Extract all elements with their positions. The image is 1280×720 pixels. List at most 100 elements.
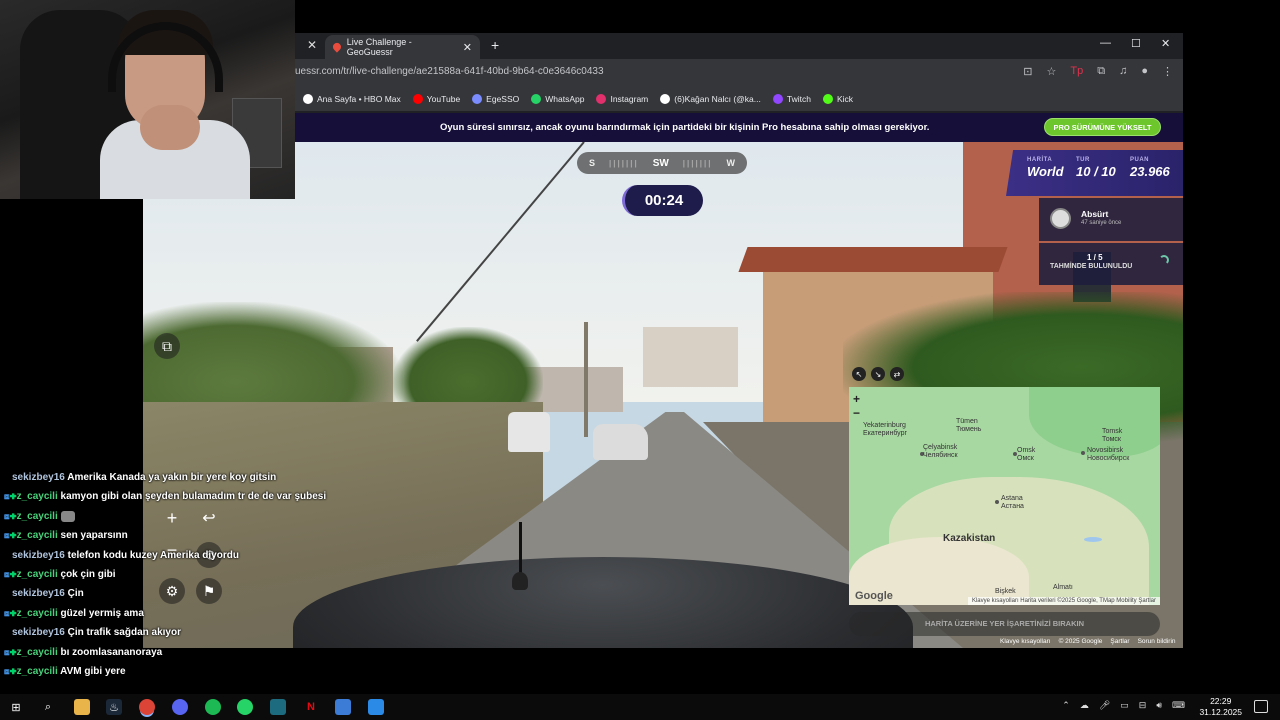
guess-count-card: 1 / 5 TAHMİNDE BULUNULDU <box>1039 243 1183 285</box>
chat-username[interactable]: sekizbey16 <box>12 550 65 561</box>
guess-map[interactable]: + − Yekaterinburg Екатеринбург Tümen Тюм… <box>849 387 1160 605</box>
checkpoint-flag-icon[interactable]: ⚑ <box>196 578 222 604</box>
usb-icon[interactable]: ▭ <box>1120 700 1129 711</box>
streamer-hand <box>140 105 200 150</box>
system-tray: ⌃ ☁ 🎤︎ ▭ ⊟ 🔊︎ ⌨ <box>1062 700 1185 711</box>
notification-icon[interactable] <box>1254 700 1268 713</box>
compass-ticks: ||||||| <box>609 158 639 168</box>
map-shrink-icon[interactable]: ↘ <box>871 367 885 381</box>
settings-gear-icon[interactable]: ⚙ <box>159 578 185 604</box>
avatar <box>1050 208 1071 229</box>
map-zoom-out-icon[interactable]: − <box>853 406 867 420</box>
close-window-icon[interactable]: ✕ <box>1161 37 1170 50</box>
netflix-icon[interactable]: N <box>303 699 319 715</box>
map-label-celyabinsk: Çelyabinsk Челябинск <box>923 444 958 460</box>
map-attribution[interactable]: Klavye kısayolları Harita verileri ©2025… <box>967 597 1160 605</box>
footer-terms[interactable]: Şartlar <box>1110 638 1129 645</box>
footer-keyboard-shortcuts[interactable]: Klavye kısayolları <box>1000 638 1051 645</box>
chat-username[interactable]: z_caycili <box>17 666 58 677</box>
round-stat: TUR 10 / 10 <box>1076 157 1116 179</box>
chat-username[interactable]: z_caycili <box>17 491 58 502</box>
chat-username[interactable]: z_caycili <box>17 608 58 619</box>
chat-username[interactable]: sekizbey16 <box>12 472 65 483</box>
player-name: Absürt <box>1081 209 1109 219</box>
chat-badge-icon: ⧈✚ <box>4 666 17 676</box>
search-icon[interactable]: ⌕ <box>40 699 56 715</box>
onedrive-icon[interactable]: ☁ <box>1080 700 1089 711</box>
network-icon[interactable]: ⊟ <box>1139 700 1147 711</box>
tab-strip: ✕ Live Challenge - GeoGuessr ✕ + — ☐ ✕ <box>295 33 1183 59</box>
steam-icon[interactable]: ♨ <box>106 699 122 715</box>
chat-username[interactable]: z_caycili <box>17 530 58 541</box>
bookmark-item[interactable]: Ana Sayfa • HBO Max <box>303 94 401 104</box>
undo-icon[interactable]: ↩ <box>196 505 222 531</box>
chat-username[interactable]: sekizbey16 <box>12 627 65 638</box>
bookmark-favicon-icon <box>822 94 833 104</box>
system-clock[interactable]: 22:29 31.12.2025 <box>1199 696 1242 718</box>
media-control-icon[interactable]: ♫ <box>1119 65 1127 78</box>
map-label-astana: Astana Астана <box>1001 495 1024 511</box>
chat-username[interactable]: sekizbey16 <box>12 588 65 599</box>
chat-message: ⧈✚z_caycili <box>4 510 75 522</box>
tab-geoguessr[interactable]: Live Challenge - GeoGuessr ✕ <box>325 35 480 59</box>
tab-close-icon[interactable]: ✕ <box>463 41 472 54</box>
map-expand-icon[interactable]: ↖ <box>852 367 866 381</box>
menu-kebab-icon[interactable]: ⋮ <box>1162 65 1173 78</box>
url-text[interactable]: uessr.com/tr/live-challenge/ae21588a-641… <box>295 66 604 77</box>
compass-left: S <box>589 158 596 168</box>
utility-pole <box>584 322 588 437</box>
tray-chevron-icon[interactable]: ⌃ <box>1062 700 1070 711</box>
upgrade-pro-button[interactable]: PRO SÜRÜMÜNE YÜKSELT <box>1044 118 1161 136</box>
taskbar: ⊞ ⌕ ♨ N ⌃ ☁ 🎤︎ ▭ ⊟ 🔊︎ ⌨ 22:29 31.12.2025 <box>0 694 1280 720</box>
discord-icon[interactable] <box>172 699 188 715</box>
maximize-icon[interactable]: ☐ <box>1131 37 1141 50</box>
spotify-icon[interactable] <box>205 699 221 715</box>
chat-message: ⧈✚z_caycili sen yaparsınn <box>4 530 128 541</box>
address-bar-actions: ⊡ ☆ Tp ⧉ ♫ ● ⋮ <box>1023 65 1173 78</box>
prev-tab-close-icon[interactable]: ✕ <box>307 38 317 52</box>
chrome-icon[interactable] <box>139 699 155 715</box>
app-icon[interactable] <box>270 699 286 715</box>
chat-username[interactable]: z_caycili <box>17 647 58 658</box>
bookmark-label: Twitch <box>786 94 811 104</box>
place-guess-button[interactable]: HARİTA ÜZERİNE YER İŞARETİNİZİ BIRAKIN <box>849 612 1160 636</box>
file-explorer-icon[interactable] <box>74 699 90 715</box>
bookmark-item[interactable]: EgeSSO <box>472 94 519 104</box>
extension-tp-icon[interactable]: Tp <box>1070 65 1083 78</box>
keyboard-icon[interactable]: ⌨ <box>1172 700 1185 711</box>
map-zoom-in-icon[interactable]: + <box>853 392 867 406</box>
bookmark-label: Ana Sayfa • HBO Max <box>317 94 401 104</box>
bookmark-item[interactable]: Twitch <box>772 94 811 104</box>
minimize-icon[interactable]: — <box>1100 37 1111 49</box>
google-logo: Google <box>855 590 893 602</box>
whatsapp-icon[interactable] <box>237 699 253 715</box>
bookmark-favicon-icon <box>531 94 542 104</box>
report-camera-icon[interactable]: ⧉ <box>154 333 180 359</box>
bookmark-item[interactable]: YouTube <box>412 94 460 104</box>
bookmark-item[interactable]: WhatsApp <box>531 94 584 104</box>
bookmark-favicon-icon <box>303 94 313 104</box>
bookmark-label: Kick <box>836 94 853 104</box>
building-roof <box>738 247 1008 272</box>
new-tab-icon[interactable]: + <box>491 37 499 53</box>
bookmark-item[interactable]: Instagram <box>596 94 648 104</box>
app-2-icon[interactable] <box>335 699 351 715</box>
zoom-in-icon[interactable]: + <box>159 505 185 531</box>
app-3-icon[interactable] <box>368 699 384 715</box>
score-stat-label: PUAN <box>1130 157 1150 163</box>
install-app-icon[interactable]: ⊡ <box>1023 65 1032 78</box>
profile-avatar-icon[interactable]: ● <box>1141 65 1148 78</box>
address-bar[interactable]: uessr.com/tr/live-challenge/ae21588a-641… <box>295 59 1183 87</box>
bookmark-item[interactable]: Kick <box>822 94 853 104</box>
mic-icon[interactable]: 🎤︎ <box>1099 700 1110 711</box>
map-pin-icon[interactable]: ⇄ <box>890 367 904 381</box>
bookmark-item[interactable]: (6)Kağan Nalcı (@ka... <box>660 94 761 104</box>
windows-start-icon[interactable]: ⊞ <box>8 699 24 715</box>
extensions-puzzle-icon[interactable]: ⧉ <box>1097 65 1105 78</box>
volume-icon[interactable]: 🔊︎ <box>1156 700 1162 711</box>
chat-username[interactable]: z_caycili <box>17 569 58 580</box>
footer-report[interactable]: Sorun bildirin <box>1138 638 1176 645</box>
chat-username[interactable]: z_caycili <box>17 511 58 522</box>
bookmark-favicon-icon <box>660 94 671 104</box>
bookmark-star-icon[interactable]: ☆ <box>1047 65 1057 78</box>
